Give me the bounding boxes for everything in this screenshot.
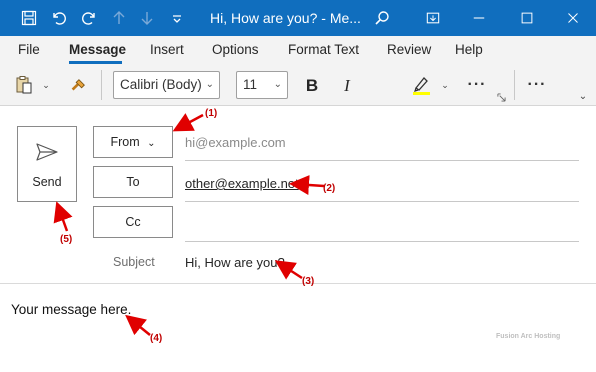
from-button[interactable]: From ⌄ bbox=[93, 126, 173, 158]
to-button[interactable]: To bbox=[93, 166, 173, 198]
undo-icon[interactable] bbox=[44, 0, 74, 36]
body-divider bbox=[0, 283, 596, 284]
annotation-arrow-1 bbox=[172, 113, 204, 132]
menu-format-text[interactable]: Format Text bbox=[288, 42, 359, 57]
format-painter-icon[interactable] bbox=[66, 75, 90, 97]
send-icon bbox=[36, 143, 58, 161]
cc-button[interactable]: Cc bbox=[93, 206, 173, 238]
annotation-label-3: (3) bbox=[302, 276, 315, 287]
chevron-down-icon: ⌄ bbox=[147, 138, 156, 149]
ribbon-separator bbox=[514, 70, 515, 100]
paste-icon[interactable] bbox=[12, 74, 36, 96]
send-button[interactable]: Send bbox=[17, 126, 77, 202]
menu-help[interactable]: Help bbox=[455, 42, 483, 57]
message-body[interactable]: Your message here. bbox=[11, 302, 131, 317]
to-divider bbox=[185, 201, 579, 202]
redo-icon[interactable] bbox=[74, 0, 104, 36]
cc-divider bbox=[185, 241, 579, 242]
from-value: hi@example.com bbox=[185, 135, 286, 150]
menu-options[interactable]: Options bbox=[212, 42, 259, 57]
highlight-dropdown-chevron-icon[interactable]: ⌄ bbox=[439, 78, 451, 92]
search-icon[interactable] bbox=[367, 0, 397, 36]
from-divider bbox=[185, 160, 579, 161]
paste-dropdown-chevron-icon[interactable]: ⌄ bbox=[40, 78, 52, 92]
font-name-select[interactable]: Calibri (Body) ⌄ bbox=[113, 71, 220, 99]
ribbon: ⌄ Calibri (Body) ⌄ 11 ⌄ B I ⌄ ··· ··· ⌄ bbox=[0, 66, 596, 106]
annotation-label-2: (2) bbox=[323, 183, 336, 194]
active-tab-underline bbox=[69, 61, 122, 64]
send-label: Send bbox=[32, 175, 62, 189]
from-label: From bbox=[110, 135, 140, 149]
close-button[interactable] bbox=[550, 0, 596, 36]
minimize-button[interactable] bbox=[456, 0, 502, 36]
watermark-text: Fusion Arc Hosting bbox=[496, 333, 561, 340]
customize-toolbar-icon[interactable] bbox=[162, 0, 192, 36]
menu-file[interactable]: File bbox=[18, 42, 40, 57]
font-name-value: Calibri (Body) bbox=[120, 77, 202, 92]
restore-ribbon-icon[interactable] bbox=[410, 0, 456, 36]
font-size-select[interactable]: 11 ⌄ bbox=[236, 71, 288, 99]
more-formatting-icon[interactable]: ··· bbox=[462, 74, 492, 96]
arrow-up-icon[interactable] bbox=[104, 0, 134, 36]
window-title: Hi, How are you? - Me... bbox=[210, 10, 361, 26]
chevron-down-icon: ⌄ bbox=[273, 79, 282, 90]
font-size-value: 11 bbox=[243, 77, 258, 92]
ribbon-separator bbox=[101, 70, 102, 100]
arrow-down-icon[interactable] bbox=[132, 0, 162, 36]
menu-review[interactable]: Review bbox=[387, 42, 431, 57]
menu-bar: File Message Insert Options Format Text … bbox=[0, 36, 596, 66]
chevron-down-icon: ⌄ bbox=[205, 79, 214, 90]
dialog-launcher-icon[interactable] bbox=[496, 92, 506, 102]
subject-field[interactable]: Hi, How are you? bbox=[185, 255, 285, 270]
more-commands-icon[interactable]: ··· bbox=[522, 74, 552, 96]
annotation-label-5: (5) bbox=[60, 234, 73, 245]
highlight-icon[interactable] bbox=[408, 72, 434, 98]
bold-button[interactable]: B bbox=[300, 74, 324, 98]
annotation-arrow-5 bbox=[53, 201, 73, 232]
title-bar: Hi, How are you? - Me... bbox=[0, 0, 596, 36]
subject-label: Subject bbox=[113, 255, 155, 269]
save-icon[interactable] bbox=[14, 0, 44, 36]
cc-field[interactable] bbox=[185, 215, 579, 239]
to-field[interactable]: other@example.net bbox=[185, 176, 299, 191]
menu-message[interactable]: Message bbox=[69, 42, 126, 57]
cc-label: Cc bbox=[125, 215, 141, 229]
menu-insert[interactable]: Insert bbox=[150, 42, 184, 57]
to-label: To bbox=[126, 175, 140, 189]
annotation-label-4: (4) bbox=[150, 333, 163, 344]
maximize-button[interactable] bbox=[504, 0, 550, 36]
italic-button[interactable]: I bbox=[335, 74, 359, 98]
annotation-label-1: (1) bbox=[205, 108, 218, 119]
ribbon-expand-chevron-icon[interactable]: ⌄ bbox=[576, 90, 590, 102]
annotation-arrow-4 bbox=[125, 314, 151, 336]
